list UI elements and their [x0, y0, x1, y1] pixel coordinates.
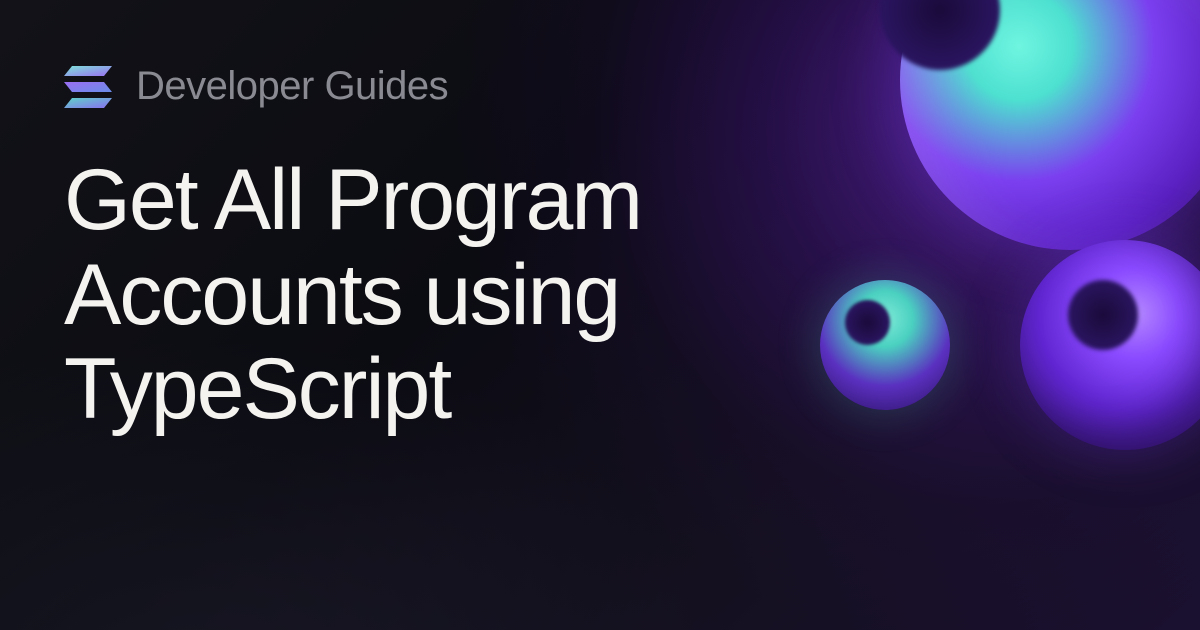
header: Developer Guides	[64, 64, 1136, 109]
page-subtitle: Developer Guides	[136, 64, 448, 109]
page-title: Get All Program Accounts using TypeScrip…	[64, 153, 884, 437]
solana-logo-icon	[64, 66, 112, 108]
content-area: Developer Guides Get All Program Account…	[0, 0, 1200, 437]
